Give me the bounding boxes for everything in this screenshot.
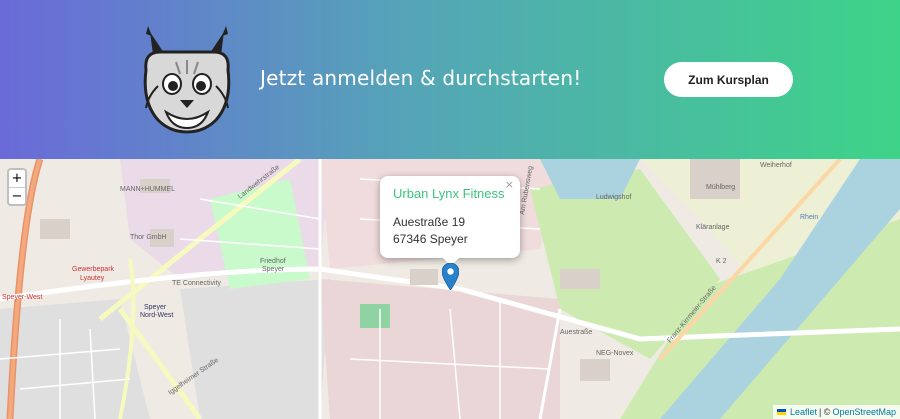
map-label-k2: K 2 <box>716 258 727 265</box>
map-label-auestrasse: Auestraße <box>560 329 592 336</box>
map-label-speyer-nordwest: Speyer <box>144 304 167 311</box>
popup-street: Auestraße 19 <box>393 215 466 229</box>
map-label-klaeranlage: Kläranlage <box>696 224 730 231</box>
ukraine-flag-icon <box>776 409 786 415</box>
map-label-thor: Thor GmbH <box>130 234 167 241</box>
map-label-neg: NEG-Novex <box>596 350 634 357</box>
openstreetmap-link[interactable]: OpenStreetMap <box>832 407 896 417</box>
leaflet-link[interactable]: Leaflet <box>790 407 817 417</box>
map-label-lyautey: Lyautey <box>80 275 105 282</box>
attribution-separator: | © <box>818 407 831 417</box>
banner-tagline: Jetzt anmelden & durchstarten! <box>260 66 582 90</box>
zoom-control: + − <box>7 168 27 206</box>
course-plan-button[interactable]: Zum Kursplan <box>664 62 793 97</box>
map-label-friedhof: Friedhof <box>260 258 286 265</box>
map-attribution: Leaflet | © OpenStreetMap <box>772 405 900 419</box>
map-label-weiherhof: Weiherhof <box>760 162 792 169</box>
map-marker-icon[interactable] <box>442 263 459 290</box>
location-map[interactable]: Gewerbepark Lyautey Speyer-West Speyer N… <box>0 159 900 419</box>
map-label-rhein: Rhein <box>800 214 818 221</box>
map-label-te: TE Connectivity <box>172 280 222 287</box>
map-label-friedhof-speyer: Speyer <box>262 266 285 273</box>
map-label-gewerbepark: Gewerbepark <box>72 266 115 273</box>
header-banner: Jetzt anmelden & durchstarten! Zum Kursp… <box>0 0 900 159</box>
map-label-muehlberg: Mühlberg <box>706 184 735 191</box>
map-label-speyer-west: Speyer-West <box>2 294 42 301</box>
map-label-nordwest: Nord-West <box>140 312 173 319</box>
popup-close-icon[interactable]: × <box>505 178 514 191</box>
location-popup: × Urban Lynx Fitness Auestraße 19 67346 … <box>380 176 520 266</box>
lynx-logo-icon <box>143 26 231 134</box>
map-label-ludwigshof: Ludwigshof <box>596 194 631 201</box>
zoom-in-button[interactable]: + <box>9 170 25 187</box>
map-label-mann-hummel: MANN+HUMMEL <box>120 186 175 193</box>
popup-city: 67346 Speyer <box>393 232 468 246</box>
zoom-out-button[interactable]: − <box>9 187 25 204</box>
popup-business-name: Urban Lynx Fitness <box>393 186 505 201</box>
